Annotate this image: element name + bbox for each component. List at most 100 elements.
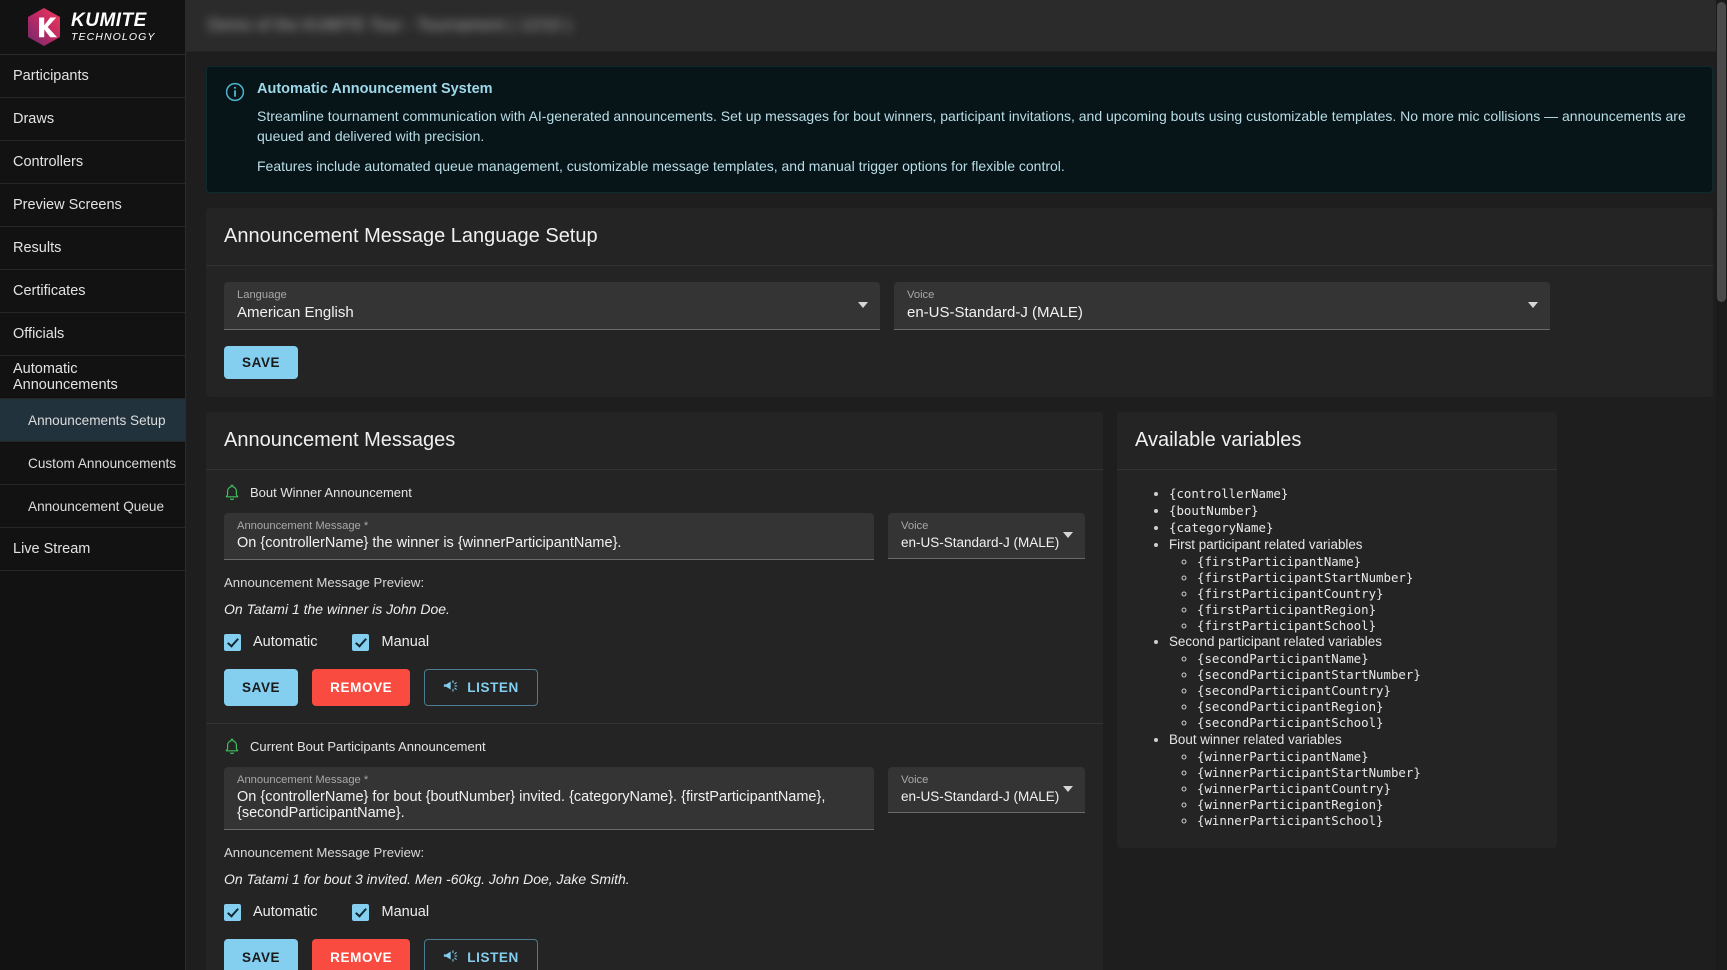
sidebar-item-automatic-announcements[interactable]: Automatic Announcements xyxy=(0,356,185,399)
variable-sublist-item: {secondParticipantStartNumber} xyxy=(1197,667,1539,683)
announcement-message-list: Bout Winner Announcement Announcement Mes… xyxy=(206,470,1103,970)
sidebar-item-label: Announcement Queue xyxy=(28,498,165,514)
variable-label: {firstParticipantStartNumber} xyxy=(1197,569,1414,585)
sidebar-item-announcement-queue[interactable]: Announcement Queue xyxy=(0,485,185,528)
chevron-down-icon xyxy=(1063,786,1073,793)
sidebar-item-participants[interactable]: Participants xyxy=(0,55,185,98)
variable-sublist-item: {winnerParticipantRegion} xyxy=(1197,797,1539,813)
sidebar-item-custom-announcements[interactable]: Custom Announcements xyxy=(0,442,185,485)
sidebar-item-controllers[interactable]: Controllers xyxy=(0,141,185,184)
message-action-buttons: SAVE REMOVE LISTEN xyxy=(224,668,1085,706)
sidebar-item-label: Preview Screens xyxy=(13,197,122,213)
announcement-message-block: Current Bout Participants Announcement An… xyxy=(206,724,1103,970)
message-save-button[interactable]: SAVE xyxy=(224,668,299,706)
preview-label: Announcement Message Preview: xyxy=(224,844,425,860)
message-save-button[interactable]: SAVE xyxy=(224,938,299,970)
message-listen-button-label: LISTEN xyxy=(467,679,519,695)
variable-label: {firstParticipantCountry} xyxy=(1197,585,1384,601)
variable-list-item: {categoryName} xyxy=(1169,520,1539,536)
variable-label: {winnerParticipantName} xyxy=(1197,749,1369,765)
announcement-message-input[interactable]: Announcement Message * On {controllerName… xyxy=(224,766,874,830)
global-voice-select-value: en-US-Standard-J (MALE) xyxy=(907,303,1083,321)
bell-icon xyxy=(224,484,240,502)
variable-sublist-item: {firstParticipantSchool} xyxy=(1197,618,1539,634)
global-voice-select[interactable]: Voice en-US-Standard-J (MALE) xyxy=(894,281,1550,330)
sidebar-item-label: Certificates xyxy=(13,283,86,299)
variable-sublist-item: {firstParticipantName} xyxy=(1197,554,1539,570)
sidebar-item-results[interactable]: Results xyxy=(0,227,185,270)
variable-sublist-item: {secondParticipantName} xyxy=(1197,651,1539,667)
message-title: Current Bout Participants Announcement xyxy=(250,739,486,755)
variable-label: {secondParticipantCountry} xyxy=(1197,683,1391,699)
message-voice-select[interactable]: Voice en-US-Standard-J (MALE) xyxy=(888,512,1085,559)
sidebar-item-preview-screens[interactable]: Preview Screens xyxy=(0,184,185,227)
bell-icon xyxy=(224,738,240,756)
brand-text: KUMITE TECHNOLOGY xyxy=(71,11,156,43)
manual-checkbox[interactable]: Manual xyxy=(352,903,429,921)
message-voice-select[interactable]: Voice en-US-Standard-J (MALE) xyxy=(888,766,1085,813)
kumite-hexagon-logo-icon xyxy=(26,7,62,47)
variable-label: {secondParticipantRegion} xyxy=(1197,699,1384,715)
checkbox-checked-icon xyxy=(224,633,241,651)
available-variables-column: Available variables {controllerName}{bou… xyxy=(1117,411,1557,863)
message-remove-button[interactable]: REMOVE xyxy=(312,668,411,706)
brand-logo[interactable]: KUMITE TECHNOLOGY xyxy=(0,0,185,55)
checkbox-checked-icon xyxy=(352,633,370,651)
language-select[interactable]: Language American English xyxy=(224,281,880,330)
variable-sublist-item: {winnerParticipantStartNumber} xyxy=(1197,765,1539,781)
app-root: KUMITE TECHNOLOGY Participants Draws Contr… xyxy=(0,0,1727,970)
automatic-checkbox[interactable]: Automatic xyxy=(224,903,317,921)
announcement-messages-card: Announcement Messages Bout Winner Announ… xyxy=(206,411,1103,970)
sidebar-item-label: Results xyxy=(13,240,62,256)
message-title-row: Current Bout Participants Announcement xyxy=(224,738,1085,756)
announcement-message-input-value: On {controllerName} for bout {boutNumber… xyxy=(237,788,826,821)
variable-label: {boutNumber} xyxy=(1169,502,1259,518)
sidebar-item-officials[interactable]: Officials xyxy=(0,313,185,356)
sidebar-item-draws[interactable]: Draws xyxy=(0,98,185,141)
sidebar-item-label: Participants xyxy=(13,68,89,84)
automatic-checkbox[interactable]: Automatic xyxy=(224,633,318,651)
variable-sublist-item: {secondParticipantRegion} xyxy=(1197,699,1539,715)
variable-label: {controllerName} xyxy=(1169,485,1289,501)
variable-sublist-item: {secondParticipantCountry} xyxy=(1197,683,1539,699)
variable-label: {categoryName} xyxy=(1169,519,1274,535)
page-scrollbar-track[interactable] xyxy=(1716,0,1727,970)
page-scrollbar-thumb[interactable] xyxy=(1717,2,1726,302)
sidebar: KUMITE TECHNOLOGY Participants Draws Contr… xyxy=(0,0,186,970)
mode-checkboxes: Automatic Manual xyxy=(224,903,1085,921)
message-voice-select-value: en-US-Standard-J (MALE) xyxy=(901,534,1060,550)
sidebar-item-label: Automatic Announcements xyxy=(13,361,118,393)
variable-sublist: {secondParticipantName}{secondParticipan… xyxy=(1169,651,1539,731)
message-title-row: Bout Winner Announcement xyxy=(224,484,1085,502)
checkbox-checked-icon xyxy=(352,903,370,921)
message-title: Bout Winner Announcement xyxy=(250,485,412,501)
language-setup-card: Announcement Message Language Setup Lang… xyxy=(206,207,1713,397)
message-input-row: Announcement Message * On {controllerName… xyxy=(224,766,1085,830)
variable-sublist-item: {winnerParticipantName} xyxy=(1197,749,1539,765)
messages-and-variables: Announcement Messages Bout Winner Announ… xyxy=(206,411,1713,970)
message-listen-button-label: LISTEN xyxy=(467,949,519,965)
sidebar-item-live-stream[interactable]: Live Stream xyxy=(0,528,185,571)
manual-checkbox[interactable]: Manual xyxy=(352,633,429,651)
language-setup-save-button[interactable]: SAVE xyxy=(224,345,299,379)
message-voice-select-label: Voice xyxy=(901,773,929,786)
language-setup-title: Announcement Message Language Setup xyxy=(206,207,1713,266)
sidebar-item-certificates[interactable]: Certificates xyxy=(0,270,185,313)
automatic-checkbox-label: Automatic xyxy=(253,634,318,651)
variable-list-item: {controllerName} xyxy=(1169,486,1539,502)
announcement-message-input-label: Announcement Message * xyxy=(237,519,369,532)
announcement-message-input-label: Announcement Message * xyxy=(237,773,369,786)
variable-label: {winnerParticipantStartNumber} xyxy=(1197,765,1421,781)
variable-sublist-item: {winnerParticipantSchool} xyxy=(1197,813,1539,829)
sidebar-item-label: Draws xyxy=(13,111,55,127)
message-listen-button[interactable]: LISTEN xyxy=(424,938,538,970)
page-content: Automatic Announcement System Streamline… xyxy=(186,52,1727,970)
variables-list: {controllerName}{boutNumber}{categoryNam… xyxy=(1147,486,1539,829)
sidebar-item-announcements-setup[interactable]: Announcements Setup xyxy=(0,399,185,442)
variable-label: {secondParticipantStartNumber} xyxy=(1197,667,1421,683)
variable-label: {winnerParticipantRegion} xyxy=(1197,797,1384,812)
variable-label: {secondParticipantSchool} xyxy=(1197,715,1384,731)
announcement-message-input[interactable]: Announcement Message * On {controllerName… xyxy=(224,512,874,560)
message-listen-button[interactable]: LISTEN xyxy=(424,668,538,706)
message-remove-button[interactable]: REMOVE xyxy=(312,938,411,970)
